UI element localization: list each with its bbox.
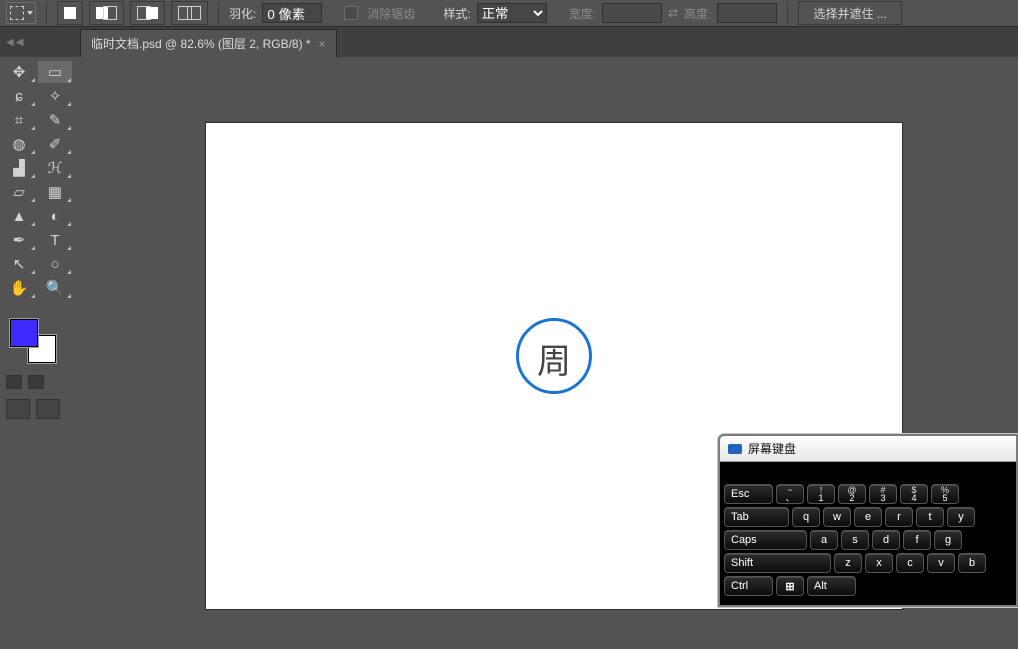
key-s[interactable]: s [841, 530, 869, 550]
style-select[interactable]: 正常 [477, 3, 547, 23]
key-、[interactable]: ~、 [776, 484, 804, 504]
height-input [717, 3, 777, 23]
lasso-icon[interactable]: ɕ [2, 85, 36, 107]
osk-title-text: 屏幕键盘 [748, 440, 796, 457]
feather-input[interactable] [262, 3, 322, 23]
move-icon[interactable]: ✥ [2, 61, 36, 83]
keyboard-icon [728, 444, 742, 454]
options-bar: 羽化: 消除锯齿 样式: 正常 宽度: ⇄ 高度: 选择并遮住 ... [0, 0, 1018, 27]
new-selection-icon[interactable] [57, 1, 83, 25]
canvas-logo-char: 周 [537, 334, 571, 383]
intersect-selection-icon[interactable] [171, 1, 208, 25]
mini-swatch-swap-icon[interactable] [28, 375, 44, 389]
eyedropper-icon[interactable]: ✎ [38, 109, 72, 131]
blur-icon[interactable]: ▲ [2, 205, 36, 227]
key-⊞[interactable]: ⊞ [776, 576, 804, 596]
key-a[interactable]: a [810, 530, 838, 550]
toolbox: ✥▭ɕ✧⌗✎◍✐▟ℋ▱▦▲◐✒T↖○✋🔍 [0, 57, 73, 649]
crop-icon[interactable]: ⌗ [2, 109, 36, 131]
width-input [602, 3, 662, 23]
select-and-mask-button[interactable]: 选择并遮住 ... [798, 1, 901, 25]
antialias-checkbox [344, 6, 358, 20]
key-w[interactable]: w [823, 507, 851, 527]
eraser-icon[interactable]: ▱ [2, 181, 36, 203]
key-x[interactable]: x [865, 553, 893, 573]
path-select-icon[interactable]: ↖ [2, 253, 36, 275]
key-q[interactable]: q [792, 507, 820, 527]
key-v[interactable]: v [927, 553, 955, 573]
feather-label: 羽化: [229, 5, 256, 22]
width-label: 宽度: [569, 5, 596, 22]
main-area: ✥▭ɕ✧⌗✎◍✐▟ℋ▱▦▲◐✒T↖○✋🔍 周 屏幕键盘 Esc~、!1@2#3$… [0, 57, 1018, 649]
zoom-icon[interactable]: 🔍 [38, 277, 72, 299]
hand-icon[interactable]: ✋ [2, 277, 36, 299]
canvas-logo: 周 [516, 318, 592, 394]
key-1[interactable]: !1 [807, 484, 835, 504]
key-f[interactable]: f [903, 530, 931, 550]
foreground-color-swatch[interactable] [10, 319, 38, 347]
key-3[interactable]: #3 [869, 484, 897, 504]
key-caps[interactable]: Caps [724, 530, 807, 550]
style-label: 样式: [443, 5, 470, 22]
brush-icon[interactable]: ✐ [38, 133, 72, 155]
panel-handle-icon[interactable]: ◀◀ [6, 37, 25, 48]
key-shift[interactable]: Shift [724, 553, 831, 573]
key-ctrl[interactable]: Ctrl [724, 576, 773, 596]
screenmode-icon[interactable] [36, 399, 60, 419]
document-tab[interactable]: 临时文档.psd @ 82.6% (图层 2, RGB/8) * × [80, 29, 337, 57]
color-swatches[interactable] [8, 317, 68, 365]
healing-icon[interactable]: ◍ [2, 133, 36, 155]
key-alt[interactable]: Alt [807, 576, 856, 596]
marquee-icon[interactable]: ▭ [38, 61, 72, 83]
key-y[interactable]: y [947, 507, 975, 527]
osk-titlebar[interactable]: 屏幕键盘 [720, 436, 1016, 462]
add-selection-icon[interactable] [89, 1, 124, 25]
type-icon[interactable]: T [38, 229, 72, 251]
gradient-icon[interactable]: ▦ [38, 181, 72, 203]
key-d[interactable]: d [872, 530, 900, 550]
key-e[interactable]: e [854, 507, 882, 527]
key-tab[interactable]: Tab [724, 507, 789, 527]
key-c[interactable]: c [896, 553, 924, 573]
mini-swatch-default-icon[interactable] [6, 375, 22, 389]
key-r[interactable]: r [885, 507, 913, 527]
tool-selector-icon[interactable] [6, 2, 36, 24]
key-t[interactable]: t [916, 507, 944, 527]
key-2[interactable]: @2 [838, 484, 866, 504]
shape-icon[interactable]: ○ [38, 253, 72, 275]
height-label: 高度: [684, 5, 711, 22]
stamp-icon[interactable]: ▟ [2, 157, 36, 179]
antialias-label: 消除锯齿 [367, 5, 415, 22]
key-z[interactable]: z [834, 553, 862, 573]
dodge-icon[interactable]: ◐ [38, 205, 72, 227]
magic-wand-icon[interactable]: ✧ [38, 85, 72, 107]
subtract-selection-icon[interactable] [130, 1, 165, 25]
key-esc[interactable]: Esc [724, 484, 773, 504]
document-tab-title: 临时文档.psd @ 82.6% (图层 2, RGB/8) * [91, 35, 311, 52]
pen-icon[interactable]: ✒ [2, 229, 36, 251]
key-b[interactable]: b [958, 553, 986, 573]
key-5[interactable]: %5 [931, 484, 959, 504]
key-4[interactable]: $4 [900, 484, 928, 504]
key-g[interactable]: g [934, 530, 962, 550]
close-tab-icon[interactable]: × [319, 37, 326, 51]
on-screen-keyboard[interactable]: 屏幕键盘 Esc~、!1@2#3$4%5 Tabqwerty Capsasdfg Sh… [718, 434, 1018, 607]
document-tabstrip: ◀◀ 临时文档.psd @ 82.6% (图层 2, RGB/8) * × [0, 27, 1018, 58]
quickmask-icon[interactable] [6, 399, 30, 419]
history-brush-icon[interactable]: ℋ [38, 157, 72, 179]
swap-icon: ⇄ [668, 6, 678, 20]
